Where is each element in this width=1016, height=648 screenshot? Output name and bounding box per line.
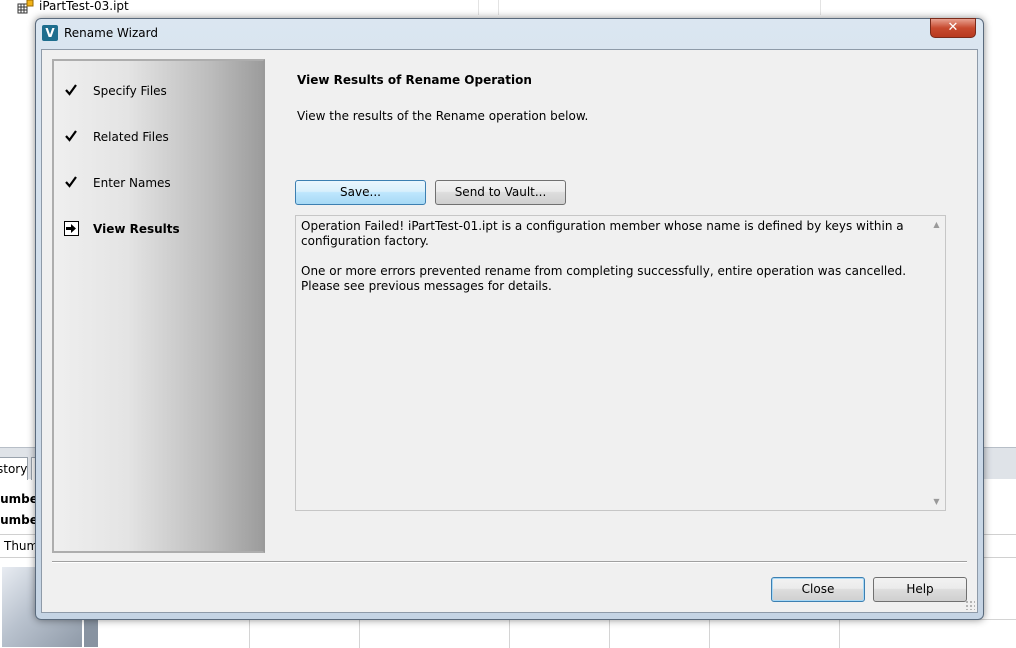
arrow-right-icon (64, 221, 79, 236)
dialog-client-area: Specify Files Related Files Enter Names … (41, 49, 978, 613)
dialog-title: Rename Wizard (64, 26, 158, 40)
footer-separator (52, 561, 967, 563)
step-label: Specify Files (93, 84, 167, 98)
step-label: Related Files (93, 130, 169, 144)
results-text: Operation Failed! iPartTest-01.ipt is a … (301, 219, 921, 309)
background-file-bar: iPartTest-03.ipt (0, 0, 1016, 15)
checkmark-icon (63, 83, 79, 99)
vault-app-icon: V (42, 25, 58, 41)
page-description: View the results of the Rename operation… (297, 109, 589, 123)
close-window-button[interactable]: ✕ (930, 18, 976, 38)
scroll-up-icon[interactable]: ▲ (928, 216, 945, 233)
save-button[interactable]: Save... (295, 180, 426, 205)
checkmark-icon (63, 175, 79, 191)
scroll-down-icon[interactable]: ▼ (928, 493, 945, 510)
results-textbox[interactable]: Operation Failed! iPartTest-01.ipt is a … (295, 215, 946, 511)
rename-wizard-dialog: V Rename Wizard ✕ Specify Files Related … (35, 18, 984, 620)
help-button[interactable]: Help (873, 577, 967, 602)
result-message: Operation Failed! iPartTest-01.ipt is a … (301, 219, 904, 248)
step-specify-files: Specify Files (54, 80, 264, 102)
step-label: View Results (93, 222, 180, 236)
background-grid (98, 619, 1016, 648)
resize-grip-icon[interactable] (965, 600, 975, 610)
ipart-file-icon (17, 0, 37, 14)
send-to-vault-button[interactable]: Send to Vault... (435, 180, 566, 205)
page-heading: View Results of Rename Operation (297, 73, 532, 87)
tab-history[interactable]: story (0, 457, 28, 480)
vertical-scrollbar[interactable]: ▲ ▼ (928, 216, 945, 510)
step-enter-names: Enter Names (54, 172, 264, 194)
step-view-results: View Results (54, 218, 264, 240)
wizard-steps-panel: Specify Files Related Files Enter Names … (52, 59, 265, 553)
step-label: Enter Names (93, 176, 171, 190)
close-icon: ✕ (947, 20, 959, 35)
checkmark-icon (63, 129, 79, 145)
result-message: One or more errors prevented rename from… (301, 264, 907, 293)
close-button[interactable]: Close (771, 577, 865, 602)
background-row-label: lumbe (0, 513, 38, 527)
background-row-label: lumbe (0, 492, 38, 506)
background-file-name[interactable]: iPartTest-03.ipt (39, 0, 129, 13)
title-bar[interactable]: V Rename Wizard ✕ (36, 18, 983, 49)
step-related-files: Related Files (54, 126, 264, 148)
